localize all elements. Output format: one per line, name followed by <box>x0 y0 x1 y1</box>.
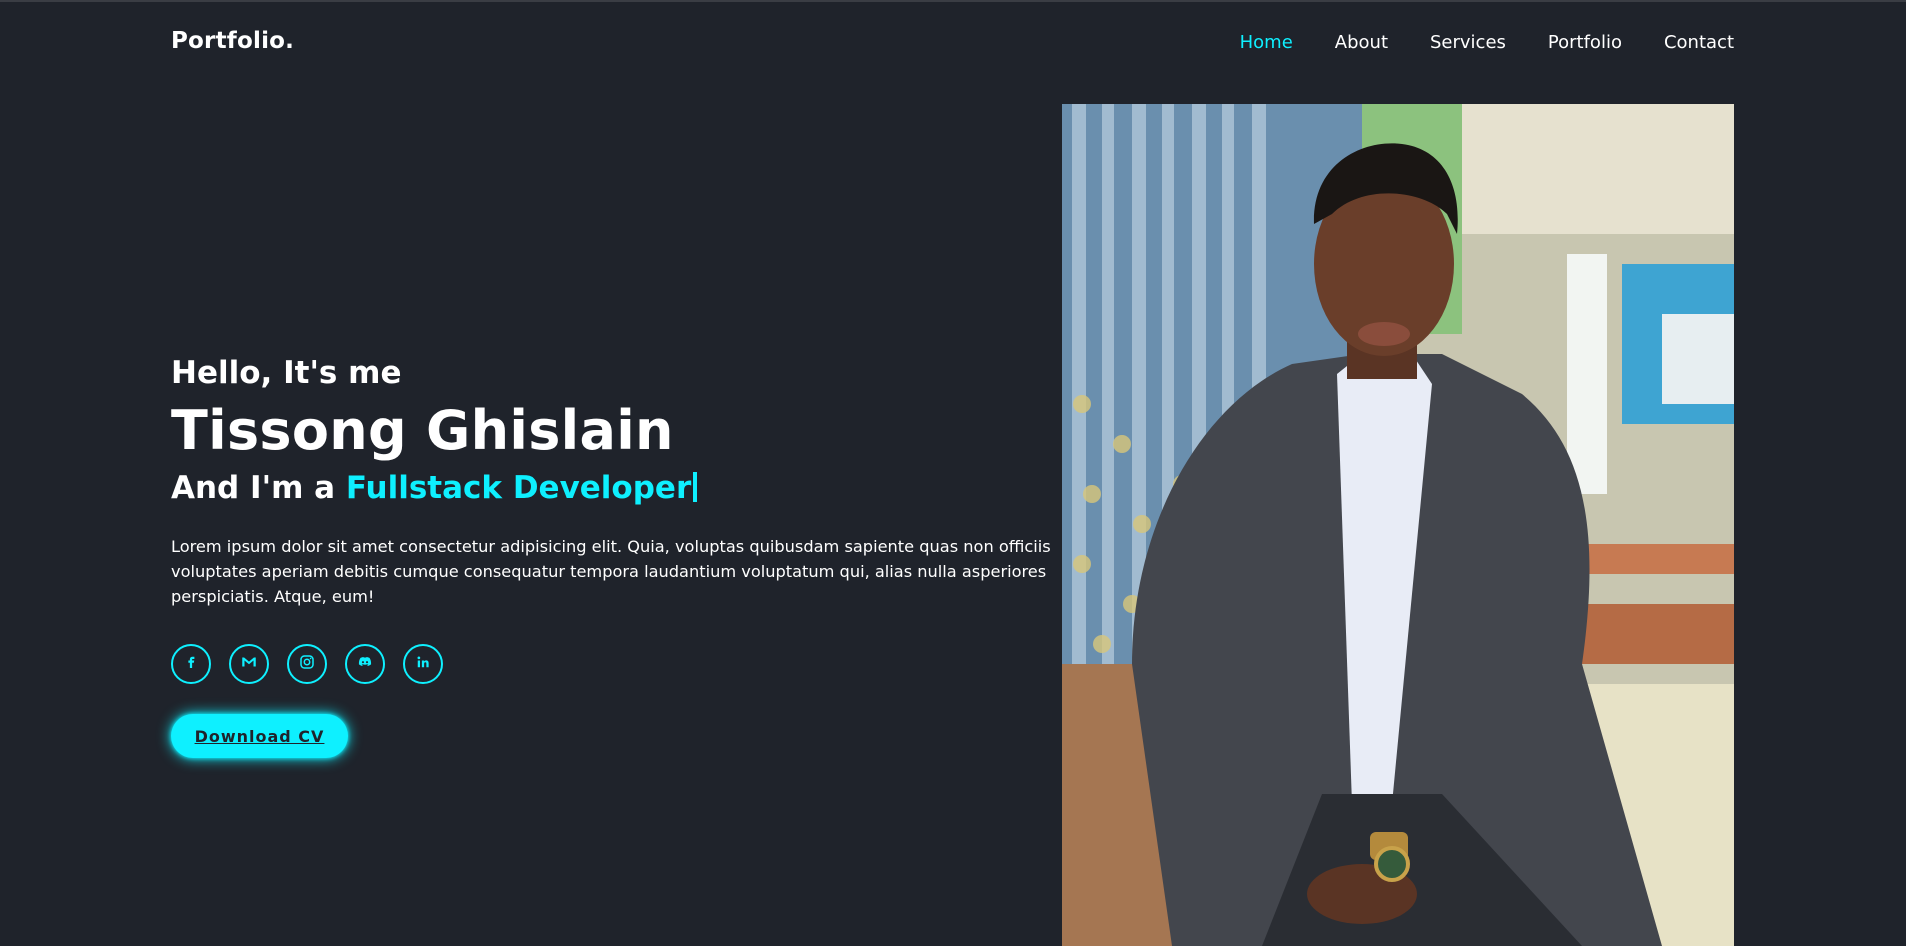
gmail-icon <box>240 653 258 675</box>
role-prefix: And I'm a <box>171 470 336 506</box>
instagram-icon <box>298 653 316 675</box>
facebook-link[interactable] <box>171 644 211 684</box>
instagram-link[interactable] <box>287 644 327 684</box>
nav-contact[interactable]: Contact <box>1664 32 1734 53</box>
profile-photo <box>1062 104 1734 946</box>
hero-name: Tissong Ghislain <box>171 399 674 462</box>
role-highlight: Fullstack Developer <box>345 470 692 506</box>
site-logo[interactable]: Portfolio. <box>171 28 294 54</box>
hero-role: And I'm a Fullstack Developer <box>171 466 1051 510</box>
nav-home[interactable]: Home <box>1240 32 1293 53</box>
nav-services[interactable]: Services <box>1430 32 1506 53</box>
main-nav: Home About Services Portfolio Contact <box>1198 32 1734 53</box>
nav-portfolio[interactable]: Portfolio <box>1548 32 1622 53</box>
discord-icon <box>356 653 374 675</box>
facebook-icon <box>182 653 200 675</box>
hero-bio: Lorem ipsum dolor sit amet consectetur a… <box>171 537 1051 606</box>
social-links <box>171 644 461 684</box>
site-header: Portfolio. Home About Services Portfolio… <box>0 2 1906 82</box>
hero-text: Hello, It's me Tissong Ghislain And I'm … <box>171 352 1051 609</box>
linkedin-icon <box>414 653 432 675</box>
linkedin-link[interactable] <box>403 644 443 684</box>
hero-greeting: Hello, It's me <box>171 355 402 391</box>
nav-about[interactable]: About <box>1335 32 1388 53</box>
typing-caret <box>693 472 698 502</box>
discord-link[interactable] <box>345 644 385 684</box>
gmail-link[interactable] <box>229 644 269 684</box>
download-cv-button[interactable]: Download CV <box>171 714 348 758</box>
